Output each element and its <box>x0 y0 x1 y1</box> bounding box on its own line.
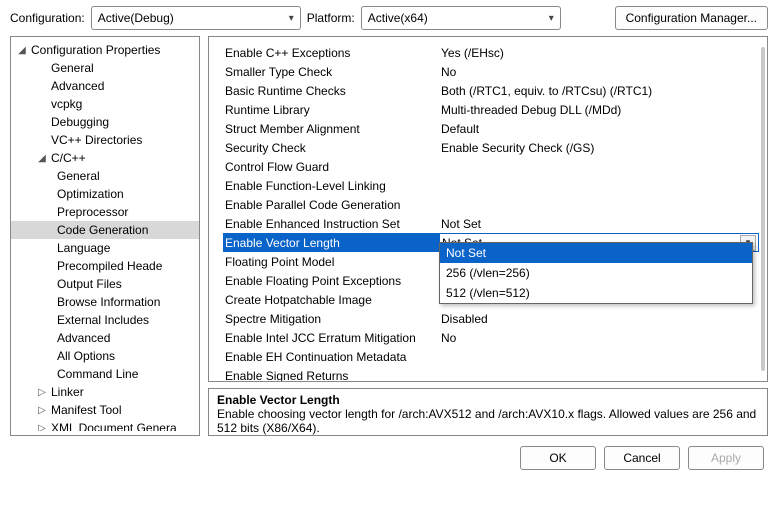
grid-value: Both (/RTC1, equiv. to /RTCsu) (/RTC1) <box>439 84 759 98</box>
expand-icon[interactable]: ▷ <box>35 405 49 416</box>
config-label: Configuration: <box>10 11 85 25</box>
grid-name: Spectre Mitigation <box>223 312 439 326</box>
grid-row[interactable]: Enable Enhanced Instruction SetNot Set <box>223 214 759 233</box>
tree-item-general[interactable]: General <box>11 59 199 77</box>
grid-row[interactable]: Basic Runtime ChecksBoth (/RTC1, equiv. … <box>223 81 759 100</box>
chevron-down-icon: ▾ <box>549 13 554 24</box>
grid-row[interactable]: Security CheckEnable Security Check (/GS… <box>223 138 759 157</box>
tree-item-linker[interactable]: ▷Linker <box>11 383 199 401</box>
expand-icon[interactable]: ▷ <box>35 387 49 398</box>
grid-row[interactable]: Struct Member AlignmentDefault <box>223 119 759 138</box>
grid-row[interactable]: Spectre MitigationDisabled <box>223 309 759 328</box>
platform-label: Platform: <box>307 11 355 25</box>
tree-root[interactable]: ◢ Configuration Properties <box>11 41 199 59</box>
grid-name: Enable EH Continuation Metadata <box>223 350 439 364</box>
tree-item-cpp[interactable]: ◢C/C++ <box>11 149 199 167</box>
footer: OK Cancel Apply <box>0 436 778 470</box>
grid-name: Create Hotpatchable Image <box>223 293 439 307</box>
platform-value: Active(x64) <box>368 11 428 25</box>
grid-value: Yes (/EHsc) <box>439 46 759 60</box>
description-body: Enable choosing vector length for /arch:… <box>217 407 759 435</box>
tree-item-cpp-browse[interactable]: Browse Information <box>11 293 199 311</box>
tree-item-cpp-alloptions[interactable]: All Options <box>11 347 199 365</box>
grid-name: Enable Signed Returns <box>223 369 439 383</box>
collapse-icon[interactable]: ◢ <box>15 45 29 56</box>
tree-item-vcdirs[interactable]: VC++ Directories <box>11 131 199 149</box>
tree-item-cpp-output[interactable]: Output Files <box>11 275 199 293</box>
grid-name: Enable Vector Length <box>223 236 439 250</box>
grid-row[interactable]: Enable Intel JCC Erratum MitigationNo <box>223 328 759 347</box>
platform-combo[interactable]: Active(x64) ▾ <box>361 6 561 30</box>
tree-item-cpp-pch[interactable]: Precompiled Heade <box>11 257 199 275</box>
grid-row[interactable]: Enable Function-Level Linking <box>223 176 759 195</box>
tree-item-manifest[interactable]: ▷Manifest Tool <box>11 401 199 419</box>
tree[interactable]: ◢ Configuration Properties General Advan… <box>11 41 199 431</box>
topbar: Configuration: Active(Debug) ▾ Platform:… <box>0 0 778 36</box>
config-combo[interactable]: Active(Debug) ▾ <box>91 6 301 30</box>
grid-name: Basic Runtime Checks <box>223 84 439 98</box>
tree-item-cpp-external[interactable]: External Includes <box>11 311 199 329</box>
grid-name: Smaller Type Check <box>223 65 439 79</box>
grid-name: Enable Function-Level Linking <box>223 179 439 193</box>
tree-item-cpp-language[interactable]: Language <box>11 239 199 257</box>
cancel-button[interactable]: Cancel <box>604 446 680 470</box>
grid-value: Not Set <box>439 217 759 231</box>
description-title: Enable Vector Length <box>217 393 759 407</box>
grid-name: Enable Parallel Code Generation <box>223 198 439 212</box>
grid-row[interactable]: Enable C++ ExceptionsYes (/EHsc) <box>223 43 759 62</box>
grid-row[interactable]: Enable Signed Returns <box>223 366 759 382</box>
tree-item-xmldoc[interactable]: ▷XML Document Genera <box>11 419 199 431</box>
tree-item-cpp-general[interactable]: General <box>11 167 199 185</box>
dropdown-option[interactable]: 512 (/vlen=512) <box>440 283 752 303</box>
grid-name: Runtime Library <box>223 103 439 117</box>
vector-length-dropdown[interactable]: Not Set 256 (/vlen=256) 512 (/vlen=512) <box>439 242 753 304</box>
tree-item-debugging[interactable]: Debugging <box>11 113 199 131</box>
collapse-icon[interactable]: ◢ <box>35 153 49 164</box>
grid-name: Enable Floating Point Exceptions <box>223 274 439 288</box>
expand-icon[interactable]: ▷ <box>35 423 49 432</box>
config-value: Active(Debug) <box>98 11 174 25</box>
grid-name: Enable C++ Exceptions <box>223 46 439 60</box>
tree-panel: ◢ Configuration Properties General Advan… <box>10 36 200 436</box>
grid-value: Default <box>439 122 759 136</box>
apply-button[interactable]: Apply <box>688 446 764 470</box>
grid-name: Enable Enhanced Instruction Set <box>223 217 439 231</box>
grid-value: No <box>439 331 759 345</box>
grid-value: No <box>439 65 759 79</box>
config-manager-button[interactable]: Configuration Manager... <box>615 6 768 30</box>
grid-value: Multi-threaded Debug DLL (/MDd) <box>439 103 759 117</box>
grid-name: Struct Member Alignment <box>223 122 439 136</box>
tree-item-cpp-codegen[interactable]: Code Generation <box>11 221 199 239</box>
tree-item-vcpkg[interactable]: vcpkg <box>11 95 199 113</box>
grid-row[interactable]: Runtime LibraryMulti-threaded Debug DLL … <box>223 100 759 119</box>
grid-name: Enable Intel JCC Erratum Mitigation <box>223 331 439 345</box>
tree-item-cpp-preprocessor[interactable]: Preprocessor <box>11 203 199 221</box>
tree-item-advanced[interactable]: Advanced <box>11 77 199 95</box>
tree-item-cpp-cmdline[interactable]: Command Line <box>11 365 199 383</box>
grid-value: Disabled <box>439 312 759 326</box>
dropdown-option[interactable]: 256 (/vlen=256) <box>440 263 752 283</box>
tree-item-cpp-optimization[interactable]: Optimization <box>11 185 199 203</box>
ok-button[interactable]: OK <box>520 446 596 470</box>
grid-row[interactable]: Smaller Type CheckNo <box>223 62 759 81</box>
grid-name: Security Check <box>223 141 439 155</box>
property-grid: Enable C++ ExceptionsYes (/EHsc)Smaller … <box>208 36 768 382</box>
grid-row[interactable]: Control Flow Guard <box>223 157 759 176</box>
chevron-down-icon: ▾ <box>289 13 294 24</box>
grid-name: Floating Point Model <box>223 255 439 269</box>
tree-item-cpp-advanced[interactable]: Advanced <box>11 329 199 347</box>
grid-row[interactable]: Enable Parallel Code Generation <box>223 195 759 214</box>
grid-row[interactable]: Enable EH Continuation Metadata <box>223 347 759 366</box>
grid-name: Control Flow Guard <box>223 160 439 174</box>
dropdown-option[interactable]: Not Set <box>440 243 752 263</box>
grid-value: Enable Security Check (/GS) <box>439 141 759 155</box>
description-panel: Enable Vector Length Enable choosing vec… <box>208 388 768 436</box>
